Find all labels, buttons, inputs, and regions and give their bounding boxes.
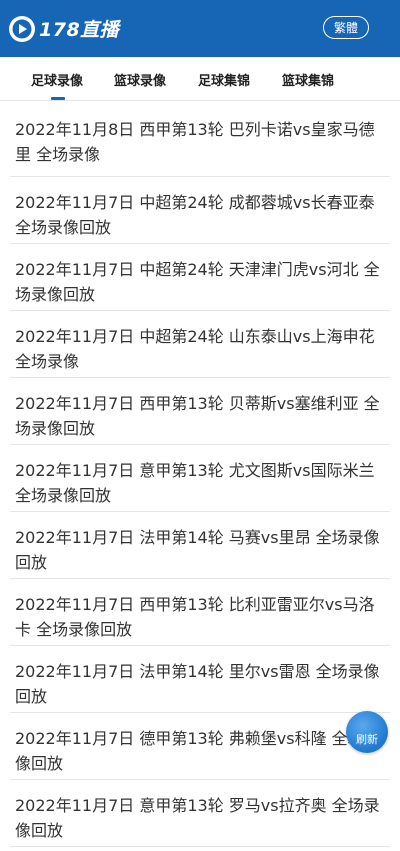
tab-basketball-highlights[interactable]: 篮球集锦 — [276, 57, 340, 101]
play-logo-icon — [9, 15, 35, 42]
list-item[interactable]: 2022年11月7日 西甲第13轮 贝蒂斯vs塞维利亚 全场录像回放 — [10, 378, 390, 445]
list-item[interactable]: 2022年11月8日 西甲第13轮 巴列卡诺vs皇家马德里 全场录像 — [10, 102, 390, 177]
top-header: 178直播 繁體 — [0, 0, 400, 57]
list-item[interactable]: 2022年11月7日 德甲第13轮 弗赖堡vs科隆 全场录像回放 — [10, 713, 390, 780]
list-item[interactable]: 2022年11月7日 法甲第14轮 马赛vs里昂 全场录像回放 — [10, 512, 390, 579]
tab-basketball-replay[interactable]: 篮球录像 — [108, 57, 172, 101]
category-tabs: 足球录像 篮球录像 足球集锦 篮球集锦 — [0, 57, 400, 101]
site-logo[interactable]: 178直播 — [8, 0, 119, 57]
tab-football-highlights[interactable]: 足球集锦 — [192, 57, 256, 101]
list-item[interactable]: 2022年11月7日 中超第24轮 成都蓉城vs长春亚泰 全场录像回放 — [10, 177, 390, 244]
list-item[interactable]: 2022年11月7日 西甲第13轮 比利亚雷亚尔vs马洛卡 全场录像回放 — [10, 579, 390, 646]
logo-text: 178直播 — [39, 19, 120, 41]
list-item[interactable]: 2022年11月7日 中超第24轮 山东泰山vs上海申花 全场录像 — [10, 311, 390, 378]
list-item[interactable]: 2022年11月7日 意甲第13轮 罗马vs拉齐奥 全场录像回放 — [10, 780, 390, 847]
refresh-button[interactable]: 刷新 — [346, 711, 388, 753]
list-item[interactable]: 2022年11月7日 法甲第14轮 里尔vs雷恩 全场录像回放 — [10, 646, 390, 713]
active-tab-indicator — [51, 97, 65, 100]
list-item[interactable]: 2022年11月7日 中超第24轮 天津津门虎vs河北 全场录像回放 — [10, 244, 390, 311]
list-item[interactable]: 2022年11月7日 意甲第13轮 尤文图斯vs国际米兰 全场录像回放 — [10, 445, 390, 512]
traditional-chinese-toggle-button[interactable]: 繁體 — [323, 16, 369, 39]
tab-football-replay[interactable]: 足球录像 — [25, 57, 89, 101]
replay-list: 2022年11月8日 西甲第13轮 巴列卡诺vs皇家马德里 全场录像 2022年… — [0, 102, 400, 847]
